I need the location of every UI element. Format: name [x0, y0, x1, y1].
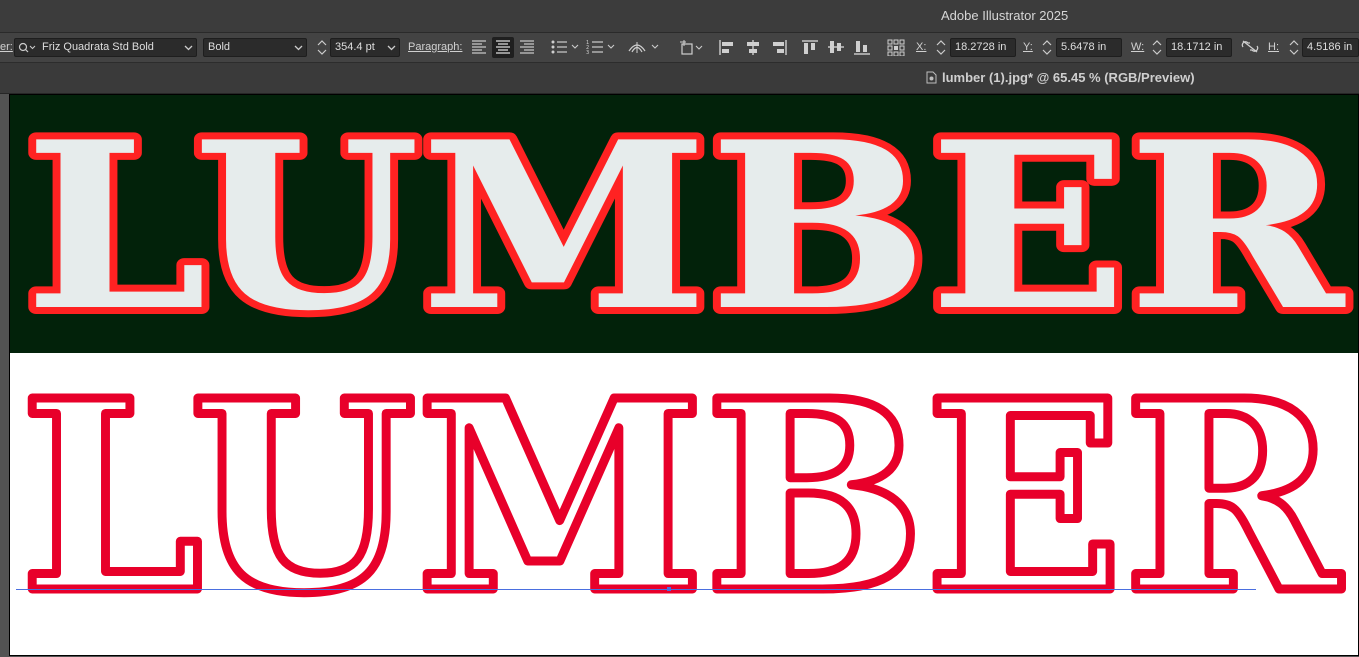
y-stepper[interactable] — [1040, 38, 1054, 57]
font-style-value: Bold — [208, 41, 231, 53]
text-anchor-point[interactable] — [667, 587, 671, 591]
h-label[interactable]: H: — [1268, 38, 1279, 57]
h-field[interactable]: 4.5186 in — [1302, 38, 1359, 57]
search-icon — [18, 42, 36, 56]
align-right-icon[interactable] — [518, 39, 536, 56]
font-size-field[interactable]: 354.4 pt — [330, 38, 400, 57]
document-tab-bar: lumber (1).jpg* @ 65.45 % (RGB/Preview) — [0, 63, 1359, 94]
x-label[interactable]: X: — [916, 38, 926, 57]
vector-lumber-text[interactable]: LUMBER — [16, 353, 1348, 655]
chevron-down-icon[interactable] — [387, 43, 396, 52]
warp-text-icon[interactable] — [627, 39, 663, 56]
text-baseline — [16, 589, 1256, 590]
align-left-edges-icon[interactable] — [718, 39, 736, 56]
reference-point-icon[interactable] — [887, 39, 905, 56]
x-field[interactable]: 18.2728 in — [950, 38, 1016, 57]
x-stepper[interactable] — [934, 38, 948, 57]
chevron-down-icon[interactable] — [294, 43, 303, 52]
transform-icon[interactable] — [678, 39, 706, 56]
artboard[interactable]: LUMBER LUMBER — [9, 85, 1359, 656]
y-value: 5.6478 in — [1061, 41, 1107, 53]
paragraph-label[interactable]: Paragraph: — [408, 38, 462, 57]
vector-lettering: LUMBER — [16, 353, 1348, 655]
h-value: 4.5186 in — [1307, 41, 1353, 53]
constrain-proportions-icon[interactable] — [1240, 39, 1260, 56]
font-family-field[interactable]: Friz Quadrata Std Bold — [14, 38, 197, 57]
align-horizontal-center-icon[interactable] — [744, 39, 762, 56]
h-stepper[interactable] — [1287, 38, 1301, 57]
align-center-icon[interactable] — [492, 37, 514, 58]
font-size-value: 354.4 pt — [335, 41, 375, 53]
w-label[interactable]: W: — [1131, 38, 1144, 57]
photo-lettering: LUMBER — [17, 85, 1353, 369]
document-tab-title: lumber (1).jpg* @ 65.45 % (RGB/Preview) — [942, 70, 1195, 85]
w-field[interactable]: 18.1712 in — [1166, 38, 1232, 57]
align-vertical-center-icon[interactable] — [827, 39, 845, 56]
w-value: 18.1712 in — [1171, 41, 1223, 53]
align-bottom-edges-icon[interactable] — [853, 39, 871, 56]
app-title: Adobe Illustrator 2025 — [941, 8, 1069, 23]
y-field[interactable]: 5.6478 in — [1056, 38, 1122, 57]
align-right-edges-icon[interactable] — [770, 39, 788, 56]
w-stepper[interactable] — [1150, 38, 1164, 57]
align-left-icon[interactable] — [470, 39, 488, 56]
svg-text:3: 3 — [586, 50, 589, 54]
title-bar: Adobe Illustrator 2025 — [0, 0, 1359, 33]
chevron-down-icon[interactable] — [184, 43, 193, 52]
align-top-edges-icon[interactable] — [801, 39, 819, 56]
y-label[interactable]: Y: — [1023, 38, 1033, 57]
photo-lumber-text: LUMBER — [24, 95, 1346, 353]
numbered-list-icon[interactable]: 123 — [586, 39, 618, 56]
character-label[interactable]: er: — [0, 38, 13, 57]
font-size-stepper[interactable] — [315, 38, 329, 57]
placed-image[interactable]: LUMBER — [10, 85, 1358, 369]
font-style-field[interactable]: Bold — [203, 38, 307, 57]
x-value: 18.2728 in — [955, 41, 1007, 53]
font-family-value: Friz Quadrata Std Bold — [42, 41, 154, 53]
document-icon — [926, 71, 937, 84]
control-bar: er: Friz Quadrata Std Bold Bold 354.4 pt… — [0, 33, 1359, 63]
bullet-list-icon[interactable] — [550, 39, 582, 56]
